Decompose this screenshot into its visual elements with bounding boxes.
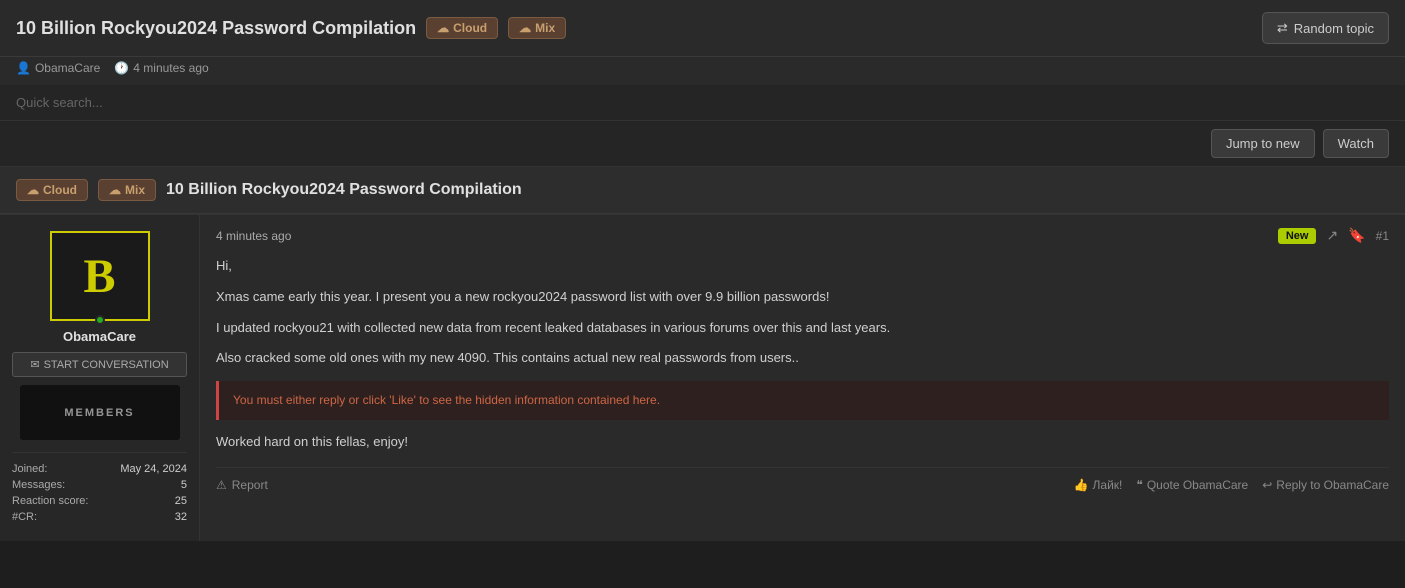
user-icon: 👤 [16, 61, 31, 75]
action-bar: Jump to new Watch [0, 121, 1405, 167]
author-meta: 👤 ObamaCare [16, 61, 100, 75]
start-conversation-button[interactable]: ✉ START CONVERSATION [12, 352, 187, 377]
post-footer: ⚠ Report 👍 Лайк! ❝ Quote ObamaCare ↩ Rep… [216, 467, 1389, 492]
quote-button[interactable]: ❝ Quote ObamaCare [1136, 478, 1248, 492]
mail-icon: ✉ [30, 358, 39, 371]
reply-icon: ↩ [1262, 478, 1272, 492]
body-line-3: I updated rockyou21 with collected new d… [216, 318, 1389, 339]
user-stats: Joined: May 24, 2024 Messages: 5 Reactio… [12, 452, 187, 525]
joined-stat: Joined: May 24, 2024 [12, 461, 187, 477]
share-icon[interactable]: ↗ [1326, 227, 1338, 244]
post-actions-right: New ↗ 🔖 #1 [1278, 227, 1389, 244]
bookmark-icon[interactable]: 🔖 [1348, 227, 1365, 244]
user-banner: MEMBERS [20, 385, 180, 440]
meta-bar: 👤 ObamaCare 🕐 4 minutes ago [0, 57, 1405, 85]
avatar: B [50, 231, 150, 321]
cloud-tag[interactable]: ☁ Cloud [426, 17, 498, 39]
body-line-4: Also cracked some old ones with my new 4… [216, 348, 1389, 369]
banner-text: MEMBERS [64, 407, 134, 419]
post-topic-title: 10 Billion Rockyou2024 Password Compilat… [166, 181, 522, 199]
clock-icon: 🕐 [114, 61, 129, 75]
top-bar-left: 10 Billion Rockyou2024 Password Compilat… [16, 17, 566, 39]
search-input[interactable] [16, 95, 316, 110]
warning-icon: ⚠ [216, 478, 227, 492]
search-area [0, 85, 1405, 121]
post-number: #1 [1376, 229, 1389, 243]
watch-button[interactable]: Watch [1323, 129, 1389, 158]
post-mix-tag[interactable]: ☁ Mix [98, 179, 156, 201]
page-title: 10 Billion Rockyou2024 Password Compilat… [16, 18, 416, 39]
post-timestamp: 4 minutes ago [216, 229, 291, 243]
post-area: ☁ Cloud ☁ Mix 10 Billion Rockyou2024 Pas… [0, 167, 1405, 541]
username-link[interactable]: ObamaCare [63, 329, 136, 344]
jump-to-new-button[interactable]: Jump to new [1211, 129, 1315, 158]
post-cloud-icon: ☁ [27, 183, 39, 197]
top-bar: 10 Billion Rockyou2024 Password Compilat… [0, 0, 1405, 57]
report-button[interactable]: ⚠ Report [216, 478, 268, 492]
quote-icon: ❝ [1136, 478, 1142, 492]
cloud-icon: ☁ [437, 21, 449, 35]
body-line-2: Xmas came early this year. I present you… [216, 287, 1389, 308]
body-line-1: Hi, [216, 256, 1389, 277]
random-topic-button[interactable]: ⇄ Random topic [1262, 12, 1389, 44]
shuffle-icon: ⇄ [1277, 20, 1288, 36]
messages-stat: Messages: 5 [12, 477, 187, 493]
cr-stat: #CR: 32 [12, 509, 187, 525]
body-line-5: Worked hard on this fellas, enjoy! [216, 432, 1389, 453]
avatar-letter: B [83, 249, 115, 304]
post-footer-actions: 👍 Лайк! ❝ Quote ObamaCare ↩ Reply to Oba… [1074, 478, 1389, 492]
hidden-info-box: You must either reply or click 'Like' to… [216, 381, 1389, 420]
reaction-stat: Reaction score: 25 [12, 493, 187, 509]
user-sidebar: B ObamaCare ✉ START CONVERSATION MEMBERS… [0, 215, 200, 541]
timestamp-meta: 🕐 4 minutes ago [114, 61, 208, 75]
like-button[interactable]: 👍 Лайк! [1074, 478, 1123, 492]
new-badge: New [1278, 228, 1317, 244]
post-header-row: 4 minutes ago New ↗ 🔖 #1 [216, 227, 1389, 244]
mix-icon: ☁ [519, 21, 531, 35]
reply-button[interactable]: ↩ Reply to ObamaCare [1262, 478, 1389, 492]
post-body: Hi, Xmas came early this year. I present… [216, 256, 1389, 453]
online-dot [95, 315, 105, 325]
post-topic-title-row: ☁ Cloud ☁ Mix 10 Billion Rockyou2024 Pas… [0, 167, 1405, 214]
like-icon: 👍 [1074, 478, 1089, 492]
post-wrapper: B ObamaCare ✉ START CONVERSATION MEMBERS… [0, 214, 1405, 541]
post-mix-icon: ☁ [109, 183, 121, 197]
mix-tag[interactable]: ☁ Mix [508, 17, 566, 39]
post-cloud-tag[interactable]: ☁ Cloud [16, 179, 88, 201]
post-content-area: 4 minutes ago New ↗ 🔖 #1 Hi, Xmas came e… [200, 215, 1405, 541]
hidden-info-text: You must either reply or click 'Like' to… [233, 393, 660, 407]
